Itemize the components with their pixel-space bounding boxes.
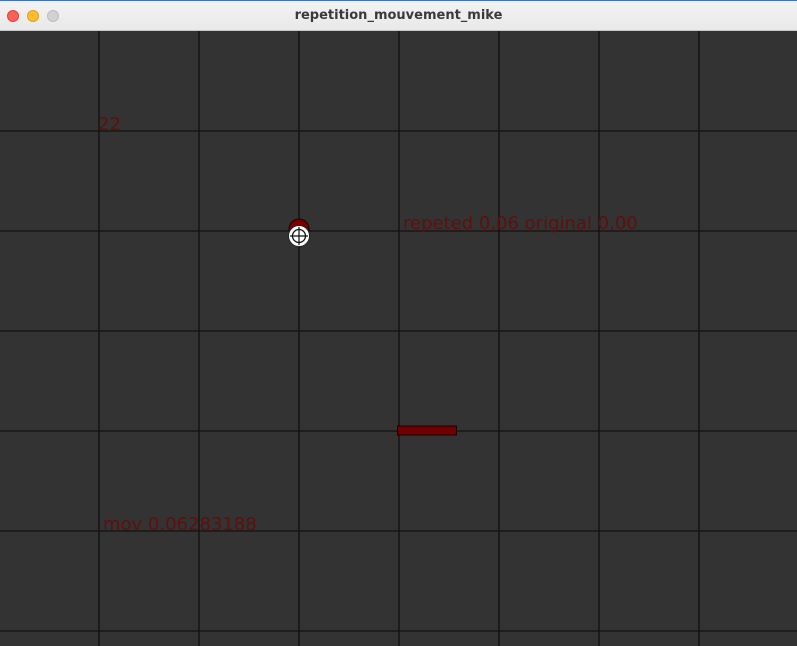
status-label: repeted 0,06 original 0,00 xyxy=(403,213,638,234)
window-title: repetition_mouvement_mike xyxy=(294,8,503,23)
movement-bar xyxy=(397,425,457,436)
app-window: repetition_mouvement_mike 22 repeted 0,0… xyxy=(0,0,797,646)
sketch-canvas[interactable]: 22 repeted 0,06 original 0,00 mov 0.0628… xyxy=(0,31,797,646)
title-bar: repetition_mouvement_mike xyxy=(0,1,797,31)
mov-label: mov 0.06283188 xyxy=(103,514,257,535)
crosshair-cursor-icon xyxy=(288,225,310,247)
counter-label: 22 xyxy=(98,114,121,135)
